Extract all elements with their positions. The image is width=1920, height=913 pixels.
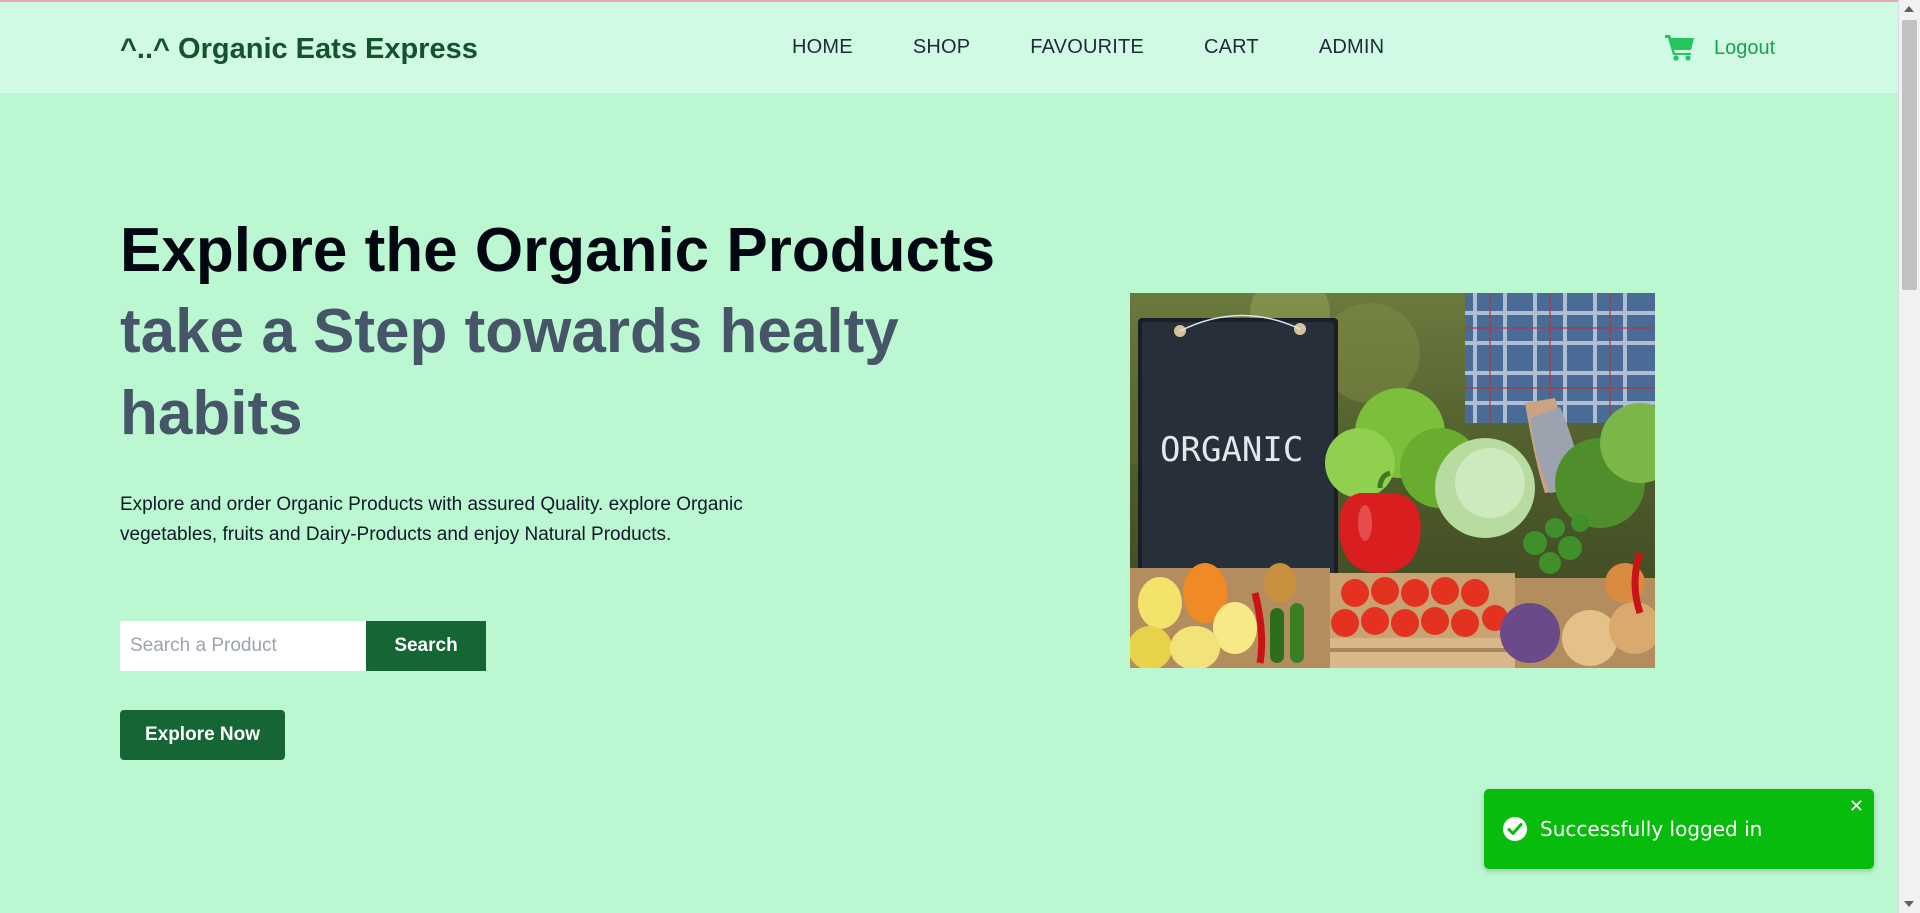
nav-cart[interactable]: CART <box>1204 36 1259 59</box>
hero-description: Explore and order Organic Products with … <box>120 494 743 545</box>
hero-subtitle: take a Step towards healty habits <box>120 297 899 448</box>
search-button[interactable]: Search <box>366 621 486 671</box>
site-header: ^..^ Organic Eats Express HOME SHOP FAVO… <box>0 2 1899 93</box>
brand-logo[interactable]: ^..^ Organic Eats Express <box>120 2 478 93</box>
search-input[interactable] <box>120 621 366 671</box>
main-nav: HOME SHOP FAVOURITE CART ADMIN <box>792 2 1444 93</box>
page-scrollbar[interactable] <box>1898 0 1920 913</box>
scroll-up-icon[interactable] <box>1904 6 1914 12</box>
success-toast: Successfully logged in ✕ <box>1484 789 1874 869</box>
nav-admin[interactable]: ADMIN <box>1319 36 1384 59</box>
nav-favourite[interactable]: FAVOURITE <box>1030 36 1144 59</box>
check-circle-icon <box>1503 817 1527 841</box>
logout-link[interactable]: Logout <box>1714 2 1775 93</box>
hero-title: Explore the Organic Products <box>120 216 996 285</box>
scrollbar-thumb[interactable] <box>1902 20 1917 290</box>
toast-message: Successfully logged in <box>1540 817 1763 841</box>
scroll-down-icon[interactable] <box>1904 901 1914 907</box>
nav-shop[interactable]: SHOP <box>913 36 970 59</box>
organic-produce-illustration: ORGANIC <box>1130 293 1655 668</box>
cart-icon[interactable] <box>1664 31 1696 63</box>
search-bar: Search <box>120 621 486 671</box>
close-icon[interactable]: ✕ <box>1849 797 1864 815</box>
explore-now-button[interactable]: Explore Now <box>120 710 285 760</box>
nav-home[interactable]: HOME <box>792 36 853 59</box>
sign-text: ORGANIC <box>1160 430 1303 470</box>
hero-image: ORGANIC <box>1130 293 1655 668</box>
